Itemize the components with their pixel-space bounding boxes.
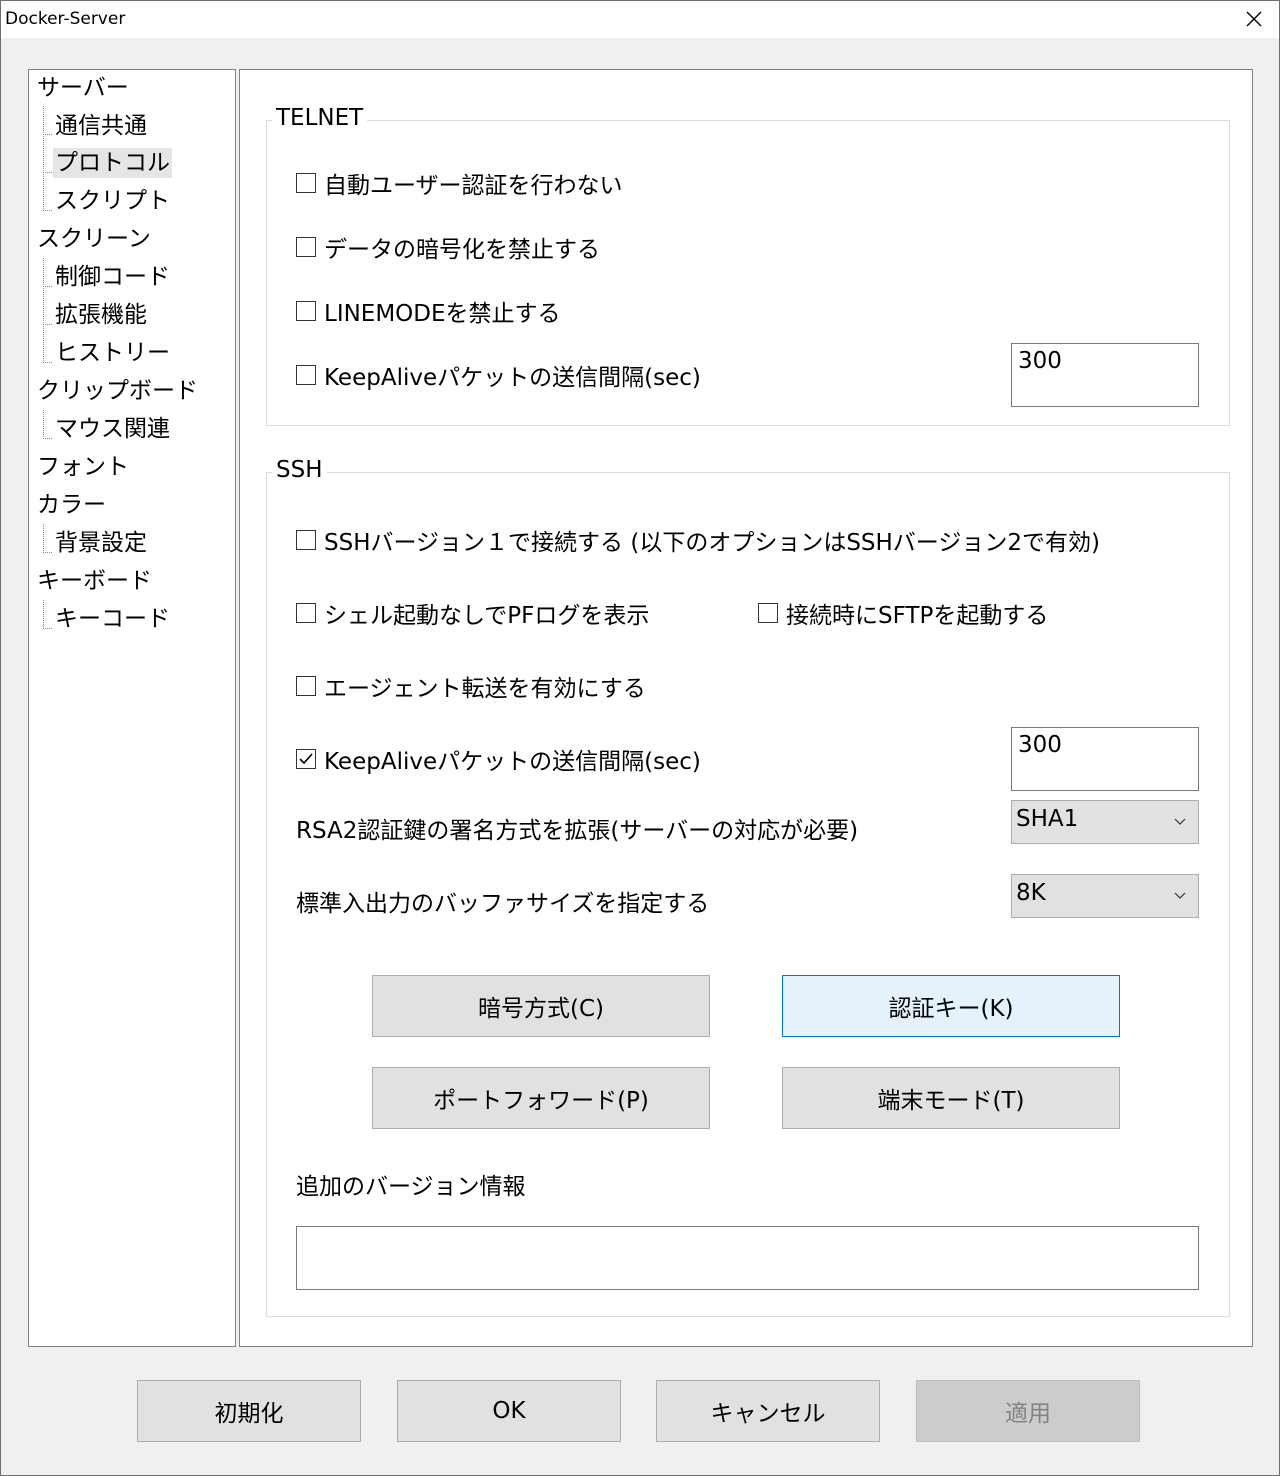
tree-item-clipboard[interactable]: クリップボード <box>35 376 200 406</box>
protocol-panel: TELNET 自動ユーザー認証を行わない データの暗号化を禁止する LINEMO… <box>239 69 1253 1347</box>
close-button[interactable] <box>1228 0 1280 38</box>
telnet-no-auto-auth-checkbox[interactable]: 自動ユーザー認証を行わない <box>296 166 623 200</box>
auth-key-button[interactable]: 認証キー(K) <box>782 975 1120 1037</box>
reset-button[interactable]: 初期化 <box>137 1380 361 1442</box>
tree-item-server[interactable]: サーバー <box>35 73 131 103</box>
ssh-group-title: SSH <box>272 456 327 484</box>
version-info-input[interactable] <box>296 1226 1199 1290</box>
telnet-keepalive-input[interactable]: 300 <box>1011 343 1199 407</box>
tree-item-background[interactable]: 背景設定 <box>53 528 149 558</box>
ssh-keepalive-checkbox[interactable]: KeepAliveパケットの送信間隔(sec) <box>296 742 701 776</box>
chevron-down-icon <box>1174 892 1186 899</box>
close-icon <box>1246 11 1262 27</box>
checkbox-box <box>296 676 316 696</box>
ssh-agent-forward-checkbox[interactable]: エージェント転送を有効にする <box>296 669 646 703</box>
tree-item-color[interactable]: カラー <box>35 490 108 520</box>
tree-item-font[interactable]: フォント <box>35 452 131 482</box>
telnet-keepalive-checkbox[interactable]: KeepAliveパケットの送信間隔(sec) <box>296 358 701 392</box>
checkbox-box <box>296 365 316 385</box>
checkbox-box <box>758 603 778 623</box>
ssh-v1-checkbox[interactable]: SSHバージョン１で接続する (以下のオプションはSSHバージョン2で有効) <box>296 523 1100 557</box>
tree-item-mouse[interactable]: マウス関連 <box>53 414 172 444</box>
window-title: Docker-Server <box>5 9 126 29</box>
tree-item-protocol[interactable]: プロトコル <box>53 148 172 178</box>
tree-item-comm-common[interactable]: 通信共通 <box>53 111 149 141</box>
version-info-label: 追加のバージョン情報 <box>296 1174 526 1200</box>
checkbox-box <box>296 603 316 623</box>
checkbox-box <box>296 749 316 769</box>
cancel-button[interactable]: キャンセル <box>656 1380 880 1442</box>
ssh-pf-log-checkbox[interactable]: シェル起動なしでPFログを表示 <box>296 596 649 630</box>
telnet-no-linemode-checkbox[interactable]: LINEMODEを禁止する <box>296 294 561 328</box>
tree-item-screen[interactable]: スクリーン <box>35 224 153 254</box>
rsa2-select[interactable]: SHA1 <box>1011 800 1199 844</box>
ssh-sftp-checkbox[interactable]: 接続時にSFTPを起動する <box>758 596 1048 630</box>
checkbox-box <box>296 237 316 257</box>
ssh-keepalive-input[interactable]: 300 <box>1011 727 1199 791</box>
buffer-size-label: 標準入出力のバッファサイズを指定する <box>296 891 710 917</box>
checkbox-box <box>296 173 316 193</box>
ok-button[interactable]: OK <box>397 1380 621 1442</box>
tree-item-script[interactable]: スクリプト <box>53 186 172 216</box>
tree-item-keyboard[interactable]: キーボード <box>35 566 154 596</box>
buffer-size-select[interactable]: 8K <box>1011 874 1199 918</box>
checkmark-icon <box>299 753 313 765</box>
cipher-button[interactable]: 暗号方式(C) <box>372 975 710 1037</box>
tree-item-control-code[interactable]: 制御コード <box>53 262 172 292</box>
checkbox-box <box>296 301 316 321</box>
port-forward-button[interactable]: ポートフォワード(P) <box>372 1067 710 1129</box>
telnet-no-encrypt-checkbox[interactable]: データの暗号化を禁止する <box>296 230 600 264</box>
rsa2-label: RSA2認証鍵の署名方式を拡張(サーバーの対応が必要) <box>296 818 859 844</box>
tree-item-history[interactable]: ヒストリー <box>53 338 172 368</box>
telnet-group-title: TELNET <box>272 104 368 132</box>
tree-item-keycode[interactable]: キーコード <box>53 604 172 634</box>
checkbox-box <box>296 530 316 550</box>
settings-tree[interactable]: サーバー 通信共通 プロトコル スクリプト スクリーン 制御コード 拡張機能 ヒ… <box>28 69 236 1347</box>
chevron-down-icon <box>1174 818 1186 825</box>
title-bar: Docker-Server <box>0 0 1280 39</box>
terminal-mode-button[interactable]: 端末モード(T) <box>782 1067 1120 1129</box>
apply-button[interactable]: 適用 <box>916 1380 1140 1442</box>
tree-item-extension[interactable]: 拡張機能 <box>53 300 149 330</box>
